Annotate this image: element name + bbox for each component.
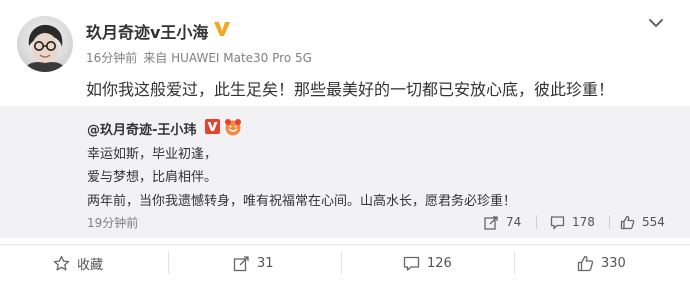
repost-like-number: 554 bbox=[642, 215, 665, 229]
like-button[interactable]: 330 bbox=[577, 253, 626, 273]
verified-v-icon bbox=[214, 22, 230, 36]
repost-comment-count[interactable]: 178 bbox=[550, 214, 595, 230]
repost-time[interactable]: 19分钟前 bbox=[87, 214, 138, 231]
comment-icon bbox=[403, 256, 420, 271]
verified-v-icon bbox=[205, 119, 220, 134]
like-icon bbox=[577, 255, 594, 271]
member-badge-icon bbox=[225, 119, 241, 136]
repost-text-line: 爱与梦想，比肩相伴。 bbox=[87, 170, 218, 185]
repost-repost-count[interactable]: 74 bbox=[484, 214, 521, 230]
divider bbox=[536, 215, 537, 229]
post-source: 来自 HUAWEI Mate30 Pro 5G bbox=[143, 51, 312, 65]
repost-like-count[interactable]: 554 bbox=[620, 214, 665, 230]
post-time[interactable]: 16分钟前 bbox=[86, 51, 137, 65]
divider bbox=[341, 252, 342, 274]
repost-icon bbox=[233, 255, 249, 271]
repost-button[interactable]: 31 bbox=[233, 253, 274, 273]
repost-text-line: 幸运如斯，毕业初逢， bbox=[87, 147, 218, 162]
like-count: 330 bbox=[601, 255, 626, 271]
post-meta: 16分钟前 来自 HUAWEI Mate30 Pro 5G bbox=[86, 49, 318, 66]
post-author-name[interactable]: 玖月奇迹v王小海 bbox=[86, 19, 208, 43]
like-icon bbox=[620, 215, 635, 229]
divider bbox=[168, 252, 169, 274]
divider bbox=[609, 215, 610, 229]
avatar[interactable] bbox=[17, 16, 73, 72]
post-text: 如你我这般爱过，此生足矣！那些最美好的一切都已安放心底，彼此珍重！ bbox=[86, 80, 615, 99]
star-icon bbox=[53, 255, 70, 270]
comment-count: 126 bbox=[427, 255, 452, 271]
weibo-post: 玖月奇迹v王小海 16分钟前 来自 HUAWEI Mate30 Pro 5G 如你… bbox=[0, 0, 690, 284]
repost-count: 31 bbox=[257, 255, 274, 271]
comment-button[interactable]: 126 bbox=[403, 253, 452, 273]
repost-icon bbox=[484, 215, 498, 230]
repost-repost-number: 74 bbox=[506, 215, 522, 229]
repost-text-line: 两年前，当你我遗憾转身，唯有祝福常在心间。山高水长，愿君务必珍重！ bbox=[87, 194, 517, 209]
comment-icon bbox=[550, 215, 565, 229]
favorite-label: 收藏 bbox=[77, 257, 104, 273]
repost-comment-number: 178 bbox=[572, 215, 595, 229]
repost-author-name[interactable]: @玖月奇迹-王小玮 bbox=[87, 119, 196, 138]
favorite-button[interactable]: 收藏 bbox=[53, 253, 103, 273]
more-chevron-icon[interactable] bbox=[648, 17, 664, 29]
divider bbox=[514, 252, 515, 274]
